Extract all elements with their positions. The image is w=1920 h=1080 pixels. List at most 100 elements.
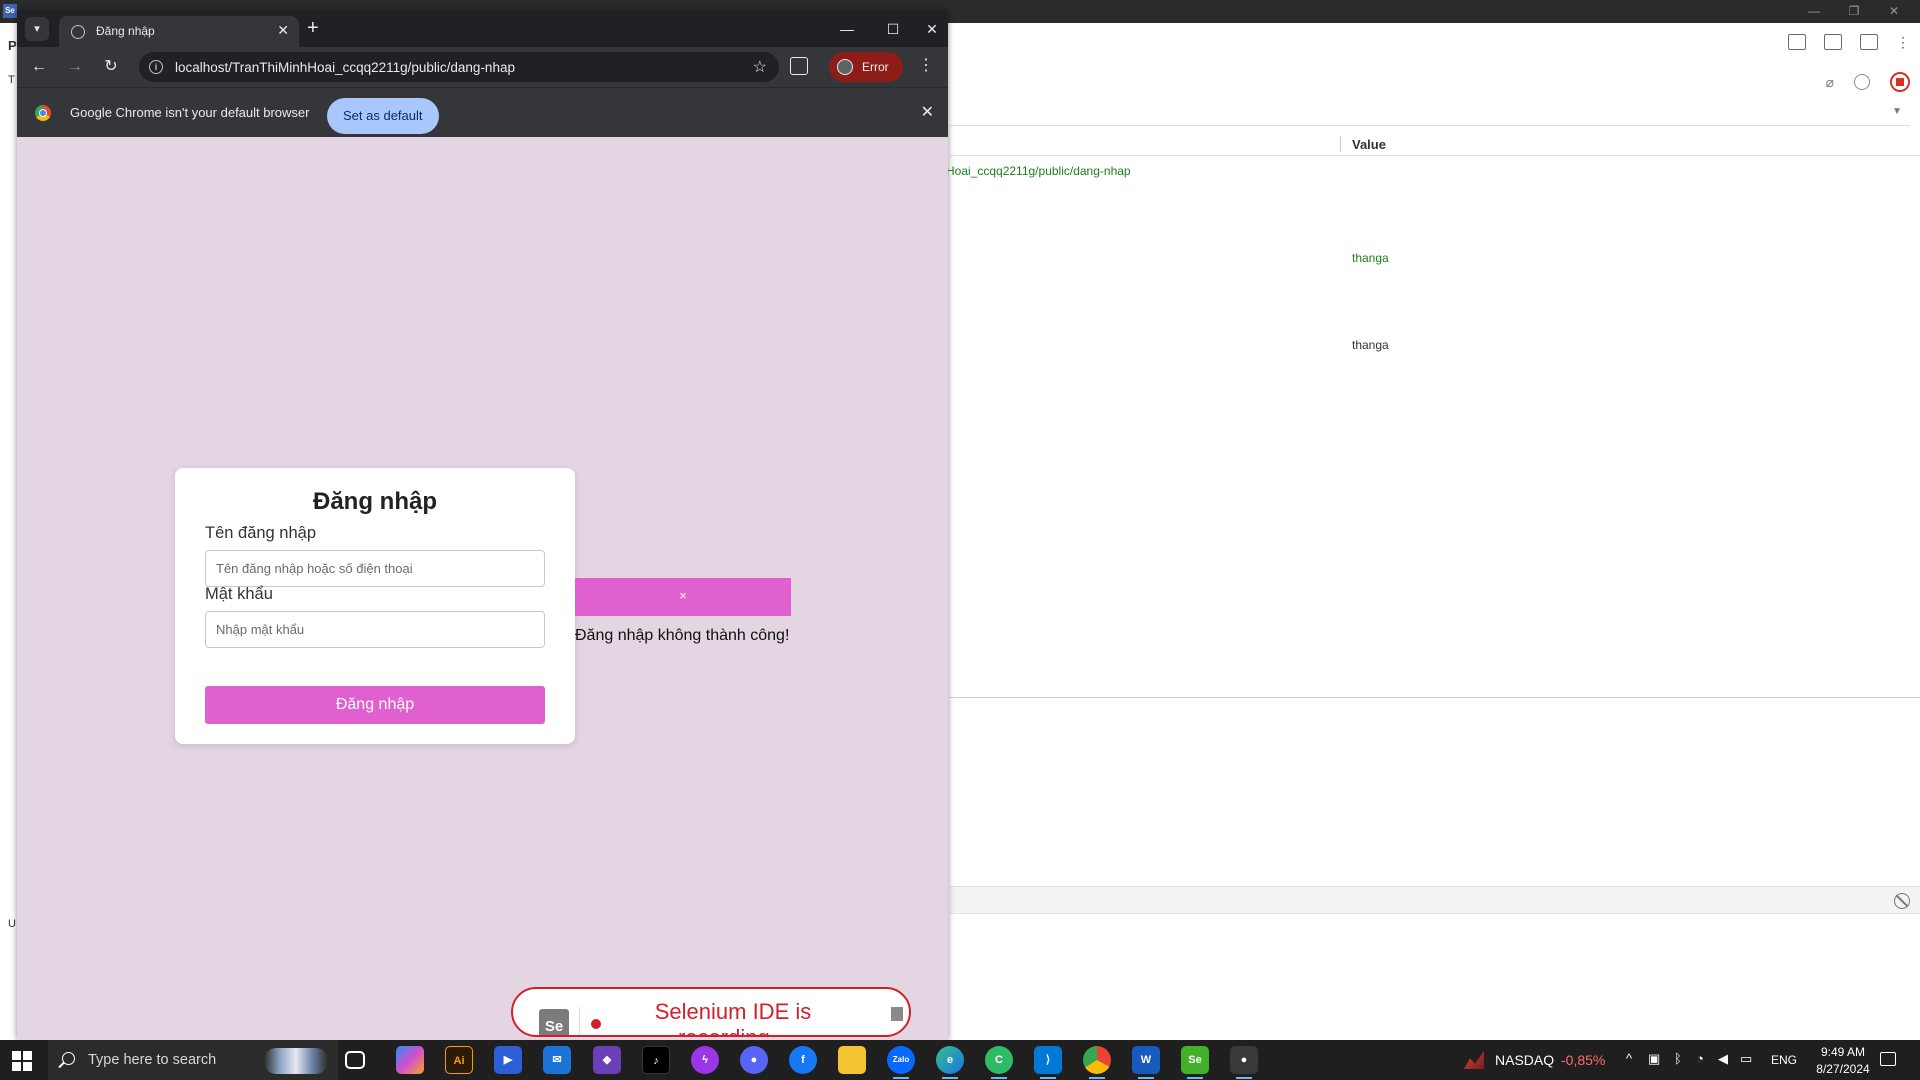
- table-row-target[interactable]: Hoai_ccqq2211g/public/dang-nhap: [946, 164, 1131, 178]
- value-column-header: Value: [1352, 137, 1386, 152]
- chevron-up-icon[interactable]: ^: [1626, 1051, 1632, 1066]
- bookmark-star-icon[interactable]: ☆: [753, 57, 767, 77]
- ide-close-button[interactable]: ✕: [1874, 2, 1914, 20]
- ide-run-toolbar: ⌀: [1826, 72, 1910, 92]
- banner-scrollbar[interactable]: [891, 995, 903, 1033]
- set-as-default-button[interactable]: Set as default: [327, 98, 439, 134]
- clock-time[interactable]: 9:49 AM: [1808, 1045, 1878, 1059]
- save-project-icon[interactable]: [1860, 34, 1878, 50]
- pause-icon[interactable]: [1854, 74, 1870, 90]
- notification-icon[interactable]: [1880, 1052, 1896, 1066]
- url-text[interactable]: localhost/TranThiMinhHoai_ccqq2211g/publ…: [175, 60, 515, 75]
- illustrator-icon[interactable]: Ai: [445, 1046, 473, 1074]
- default-browser-infobar: Google Chrome isn't your default browser…: [17, 87, 948, 137]
- selenium-icon[interactable]: Se: [1181, 1046, 1209, 1079]
- table-row-value[interactable]: thanga: [1352, 251, 1389, 265]
- windows-taskbar: Type here to search Ai ▶ ✉ ◆ ♪ ϟ ● f Zal…: [0, 1040, 1920, 1080]
- word-icon[interactable]: W: [1132, 1046, 1160, 1079]
- back-button[interactable]: ←: [27, 55, 51, 79]
- tiktok-icon[interactable]: ♪: [642, 1046, 670, 1074]
- chevron-down-icon: ▼: [1892, 106, 1902, 117]
- windows-logo-pane: [23, 1062, 32, 1071]
- recording-dot-icon: [591, 1019, 601, 1029]
- task-view-icon[interactable]: [345, 1051, 365, 1069]
- tab-login[interactable]: Đăng nhập ✕: [59, 16, 299, 47]
- selenium-logo-icon: Se: [539, 1009, 569, 1035]
- tab-title: Đăng nhập: [96, 24, 155, 38]
- infobar-message: Google Chrome isn't your default browser: [70, 105, 310, 120]
- ide-project-toolbar: ⋮: [1788, 34, 1910, 50]
- error-toast: ×: [575, 578, 791, 616]
- profile-status-label: Error: [862, 60, 889, 74]
- taskbar-search-box[interactable]: Type here to search: [48, 1040, 338, 1080]
- edge-icon[interactable]: e: [936, 1046, 964, 1079]
- avatar: [837, 59, 853, 75]
- coccoc-icon[interactable]: C: [985, 1046, 1013, 1079]
- selenium-logo-icon: Se: [3, 4, 17, 18]
- windows-logo-pane: [23, 1051, 32, 1060]
- clear-log-icon[interactable]: [1894, 893, 1910, 909]
- ide-restore-button[interactable]: ❐: [1834, 2, 1874, 20]
- stop-recording-icon[interactable]: [1890, 72, 1910, 92]
- maximize-button[interactable]: ☐: [878, 17, 908, 41]
- visual-studio-icon[interactable]: ◆: [593, 1046, 621, 1074]
- ide-minimize-button[interactable]: —: [1794, 2, 1834, 20]
- password-input[interactable]: [205, 611, 545, 648]
- chrome-window: ▾ Đăng nhập ✕ + — ☐ ✕ ← → ↻ i localhost/…: [17, 11, 948, 1040]
- clock-date[interactable]: 8/27/2024: [1808, 1062, 1878, 1076]
- address-bar[interactable]: i localhost/TranThiMinhHoai_ccqq2211g/pu…: [139, 52, 779, 82]
- forward-button[interactable]: →: [63, 55, 87, 79]
- new-tab-button[interactable]: +: [307, 17, 319, 39]
- tab-close-icon[interactable]: ✕: [277, 22, 289, 39]
- discord-icon[interactable]: ●: [740, 1046, 768, 1074]
- username-input[interactable]: [205, 550, 545, 587]
- scrollbar-thumb[interactable]: [891, 1007, 903, 1021]
- new-project-icon[interactable]: [1788, 34, 1806, 50]
- meet-now-icon[interactable]: ▣: [1648, 1051, 1660, 1067]
- ide-log-edge: U: [8, 918, 16, 930]
- reload-button[interactable]: ↻: [99, 55, 123, 79]
- infobar-close-icon[interactable]: ✕: [921, 102, 934, 122]
- messenger-icon[interactable]: ϟ: [691, 1046, 719, 1074]
- toast-close-button[interactable]: ×: [575, 588, 791, 603]
- minimize-button[interactable]: —: [832, 17, 862, 41]
- search-placeholder: Type here to search: [88, 1052, 217, 1068]
- profile-error-button[interactable]: Error: [829, 52, 903, 82]
- login-button[interactable]: Đăng nhập: [205, 686, 545, 724]
- power-automate-icon[interactable]: ▶: [494, 1046, 522, 1074]
- volume-icon[interactable]: ◀: [1718, 1051, 1728, 1067]
- bluetooth-icon[interactable]: ᛒ: [1674, 1051, 1682, 1066]
- mail-icon[interactable]: ✉: [543, 1046, 571, 1074]
- windows-logo-pane: [12, 1062, 21, 1071]
- recording-status-text: Selenium IDE is recording...: [654, 999, 812, 1035]
- login-card: Đăng nhập Tên đăng nhập Mật khẩu Đăng nh…: [175, 468, 575, 744]
- stock-name[interactable]: NASDAQ: [1495, 1052, 1554, 1068]
- start-button[interactable]: [12, 1051, 32, 1071]
- copilot-icon[interactable]: [396, 1046, 424, 1074]
- network-icon[interactable]: ◔: [1696, 1051, 1704, 1066]
- extensions-icon[interactable]: [790, 57, 808, 75]
- tab-search-button[interactable]: ▾: [25, 17, 49, 41]
- chrome-icon[interactable]: [1083, 1046, 1111, 1079]
- ide-panel-divider[interactable]: [950, 697, 1920, 698]
- column-separator: [1340, 136, 1341, 152]
- more-options-icon[interactable]: ⋮: [1896, 34, 1910, 50]
- zalo-icon[interactable]: Zalo: [887, 1046, 915, 1079]
- battery-icon[interactable]: ▭: [1740, 1051, 1752, 1067]
- vscode-icon[interactable]: ⟩: [1034, 1046, 1062, 1079]
- chrome-logo-icon: [35, 105, 51, 121]
- input-language[interactable]: ENG: [1771, 1053, 1797, 1067]
- stock-chart-icon[interactable]: [1464, 1051, 1484, 1069]
- stock-change[interactable]: -0,85%: [1561, 1052, 1605, 1068]
- ide-base-url-combo[interactable]: ▼: [950, 102, 1910, 126]
- facebook-icon[interactable]: f: [789, 1046, 817, 1074]
- chrome-active-icon[interactable]: ●: [1230, 1046, 1258, 1079]
- close-window-button[interactable]: ✕: [917, 17, 947, 41]
- open-project-icon[interactable]: [1824, 34, 1842, 50]
- table-row-value[interactable]: thanga: [1352, 338, 1389, 352]
- info-icon[interactable]: i: [149, 60, 163, 74]
- disable-breakpoints-icon[interactable]: ⌀: [1826, 74, 1834, 91]
- file-explorer-icon[interactable]: [838, 1046, 866, 1074]
- ide-log-bar: [950, 886, 1920, 914]
- chrome-menu-icon[interactable]: ⋮: [918, 55, 934, 75]
